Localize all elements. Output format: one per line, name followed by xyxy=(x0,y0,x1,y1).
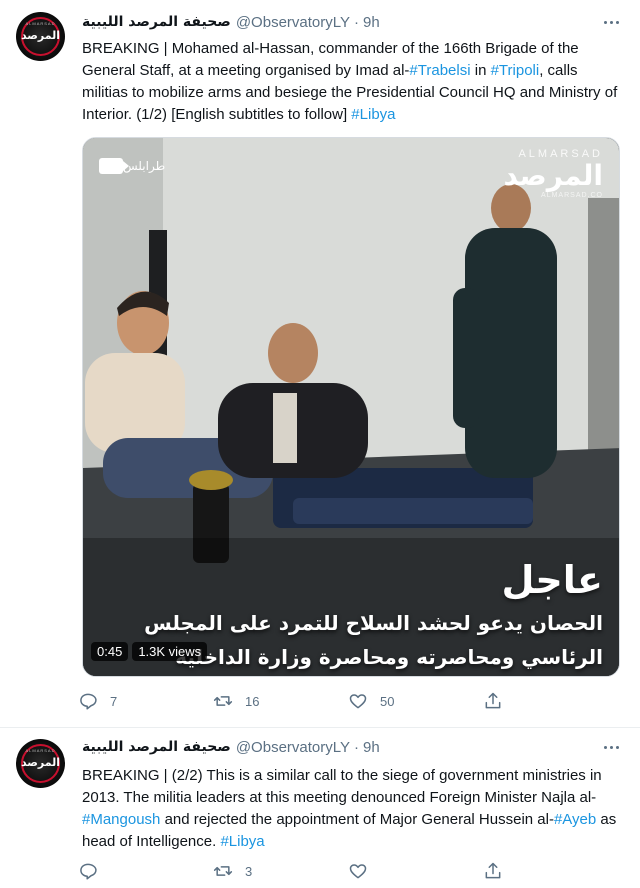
location-text: طرابلس xyxy=(123,159,166,173)
avatar-logo: المرصد xyxy=(20,756,61,769)
hashtag-link[interactable]: #Libya xyxy=(220,833,264,850)
tweet-text: BREAKING | (2/2) This is a similar call … xyxy=(82,765,622,853)
share-button[interactable] xyxy=(483,691,515,711)
location-tag: طرابلس xyxy=(93,158,165,174)
watermark-sub: ALMARSAD.CO xyxy=(541,192,603,199)
breaking-label: عاجل xyxy=(501,558,603,602)
tweet-2[interactable]: ALMARSAD المرصد صحيفة المرصد الليبية @Ob… xyxy=(0,729,640,888)
caption-line: الحصان يدعو لحشد السلاح للتمرد على المجل… xyxy=(144,611,603,635)
channel-watermark: ALMARSAD المرصد ALMARSAD.CO xyxy=(503,148,603,199)
reply-button[interactable] xyxy=(78,861,213,881)
retweet-count: 16 xyxy=(245,693,260,709)
avatar[interactable]: ALMARSAD المرصد xyxy=(16,739,65,788)
avatar-logo: المرصد xyxy=(20,29,61,42)
reply-icon xyxy=(80,863,97,880)
retweet-icon xyxy=(213,696,233,706)
tweet-actions: 3 xyxy=(78,860,548,882)
tweet-header: صحيفة المرصد الليبية @ObservatoryLY · 9h xyxy=(82,737,380,757)
timestamp[interactable]: 9h xyxy=(363,14,380,31)
like-button[interactable]: 50 xyxy=(348,691,483,711)
handle[interactable]: @ObservatoryLY xyxy=(236,14,350,31)
text-segment: BREAKING | (2/2) This is a similar call … xyxy=(82,767,602,806)
share-button[interactable] xyxy=(483,861,515,881)
timestamp[interactable]: 9h xyxy=(363,739,380,756)
avatar[interactable]: ALMARSAD المرصد xyxy=(16,12,65,61)
video-duration: 0:45 xyxy=(91,642,129,661)
retweet-icon xyxy=(213,866,233,876)
watermark-logo: المرصد xyxy=(503,159,603,192)
video-player[interactable]: ALMARSAD المرصد ALMARSAD.CO طرابلس عاجل … xyxy=(82,137,620,677)
avatar-subtext: ALMARSAD xyxy=(25,21,56,26)
heart-icon xyxy=(349,864,367,879)
retweet-button[interactable]: 16 xyxy=(213,691,348,711)
like-button[interactable] xyxy=(348,861,483,881)
separator: · xyxy=(353,738,359,756)
heart-icon xyxy=(349,694,367,709)
reply-button[interactable]: 7 xyxy=(78,691,213,711)
retweet-button[interactable]: 3 xyxy=(213,861,348,881)
video-camera-icon xyxy=(99,158,129,174)
share-icon xyxy=(485,692,501,709)
watermark-top: ALMARSAD xyxy=(518,148,603,160)
reply-icon xyxy=(80,693,97,710)
hashtag-link[interactable]: #Libya xyxy=(351,106,395,123)
hashtag-link[interactable]: #Trabelsi xyxy=(409,62,470,79)
display-name[interactable]: صحيفة المرصد الليبية xyxy=(82,739,231,755)
text-segment: and rejected the appointment of Major Ge… xyxy=(160,811,554,828)
separator: · xyxy=(353,13,359,31)
more-options-icon[interactable] xyxy=(600,737,622,757)
more-options-icon[interactable] xyxy=(600,12,622,32)
tweet-header: صحيفة المرصد الليبية @ObservatoryLY · 9h xyxy=(82,12,380,32)
tweet-actions: 7 16 50 xyxy=(78,690,548,712)
like-count: 50 xyxy=(380,693,395,709)
hashtag-link[interactable]: #Mangoush xyxy=(82,811,160,828)
retweet-count: 3 xyxy=(245,863,253,879)
text-segment: in xyxy=(470,62,491,79)
avatar-subtext: ALMARSAD xyxy=(25,748,56,753)
display-name[interactable]: صحيفة المرصد الليبية xyxy=(82,14,231,30)
tweet-text: BREAKING | Mohamed al-Hassan, commander … xyxy=(82,38,622,126)
reply-count: 7 xyxy=(110,693,118,709)
hashtag-link[interactable]: #Tripoli xyxy=(491,62,540,79)
handle[interactable]: @ObservatoryLY xyxy=(236,739,350,756)
hashtag-link[interactable]: #Ayeb xyxy=(554,811,596,828)
video-meta: 0:45 1.3K views xyxy=(91,642,208,661)
tweet-1[interactable]: ALMARSAD المرصد صحيفة المرصد الليبية @Ob… xyxy=(0,0,640,728)
share-icon xyxy=(485,862,501,879)
video-views: 1.3K views xyxy=(132,642,208,661)
